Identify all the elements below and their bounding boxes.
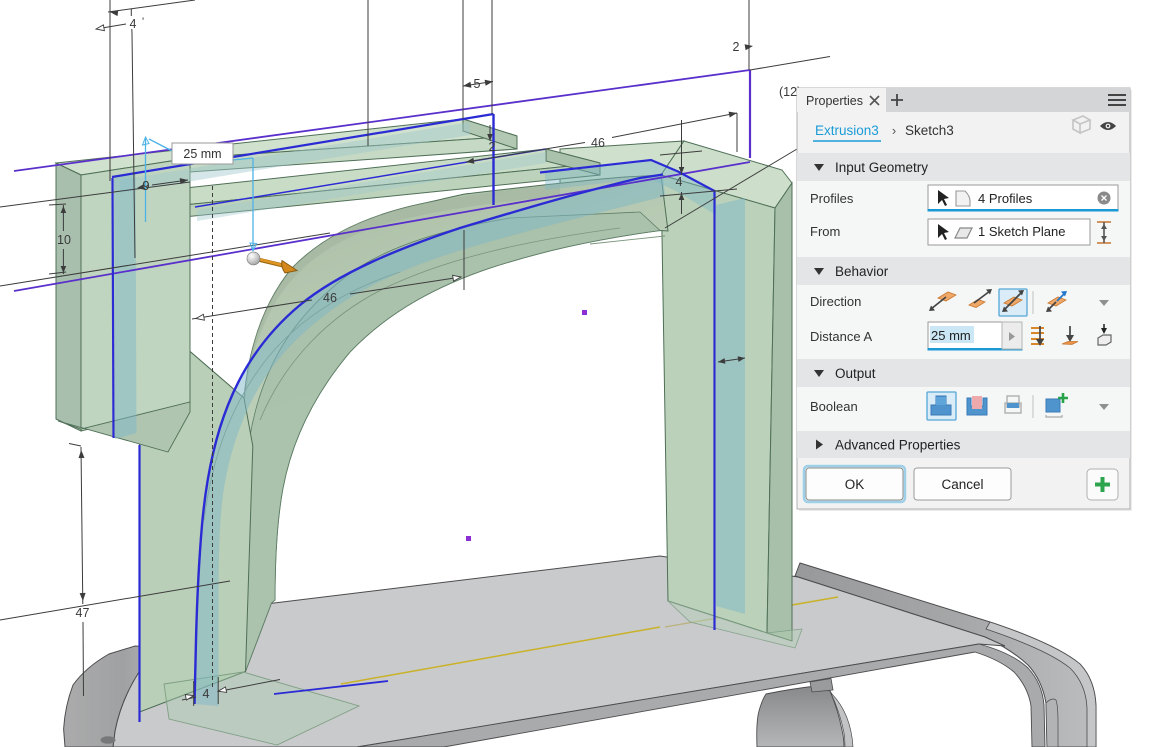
svg-text:25 mm: 25 mm	[183, 147, 221, 161]
svg-text:5: 5	[474, 77, 481, 91]
svg-text:Properties: Properties	[806, 94, 863, 108]
svg-text:47: 47	[76, 606, 90, 620]
svg-text:Profiles: Profiles	[810, 191, 854, 206]
svg-text:Behavior: Behavior	[835, 264, 889, 279]
svg-text:4: 4	[203, 687, 210, 701]
svg-text:46: 46	[323, 291, 337, 305]
svg-text:': '	[142, 16, 144, 28]
svg-text:2: 2	[489, 140, 496, 154]
svg-text:4: 4	[130, 17, 137, 31]
svg-text:Distance A: Distance A	[810, 329, 872, 344]
svg-text:10: 10	[57, 233, 71, 247]
svg-text:From: From	[810, 224, 840, 239]
svg-text:Direction: Direction	[810, 294, 861, 309]
svg-text:Extrusion3: Extrusion3	[815, 123, 879, 138]
svg-text:Input Geometry: Input Geometry	[835, 160, 928, 175]
svg-text:2: 2	[733, 40, 740, 54]
svg-text:4 Profiles: 4 Profiles	[978, 191, 1033, 206]
svg-text:9: 9	[143, 179, 150, 193]
svg-text:Advanced Properties: Advanced Properties	[835, 438, 961, 453]
svg-text:Boolean: Boolean	[810, 399, 858, 414]
svg-text:›: ›	[892, 123, 896, 138]
svg-text:46: 46	[591, 136, 605, 150]
svg-text:Output: Output	[835, 366, 876, 381]
svg-text:Sketch3: Sketch3	[905, 123, 954, 138]
svg-text:25 mm: 25 mm	[931, 328, 971, 343]
svg-text:Cancel: Cancel	[941, 477, 983, 492]
svg-text:1 Sketch Plane: 1 Sketch Plane	[978, 224, 1065, 239]
svg-text:OK: OK	[845, 477, 865, 492]
svg-text:4: 4	[676, 175, 683, 189]
